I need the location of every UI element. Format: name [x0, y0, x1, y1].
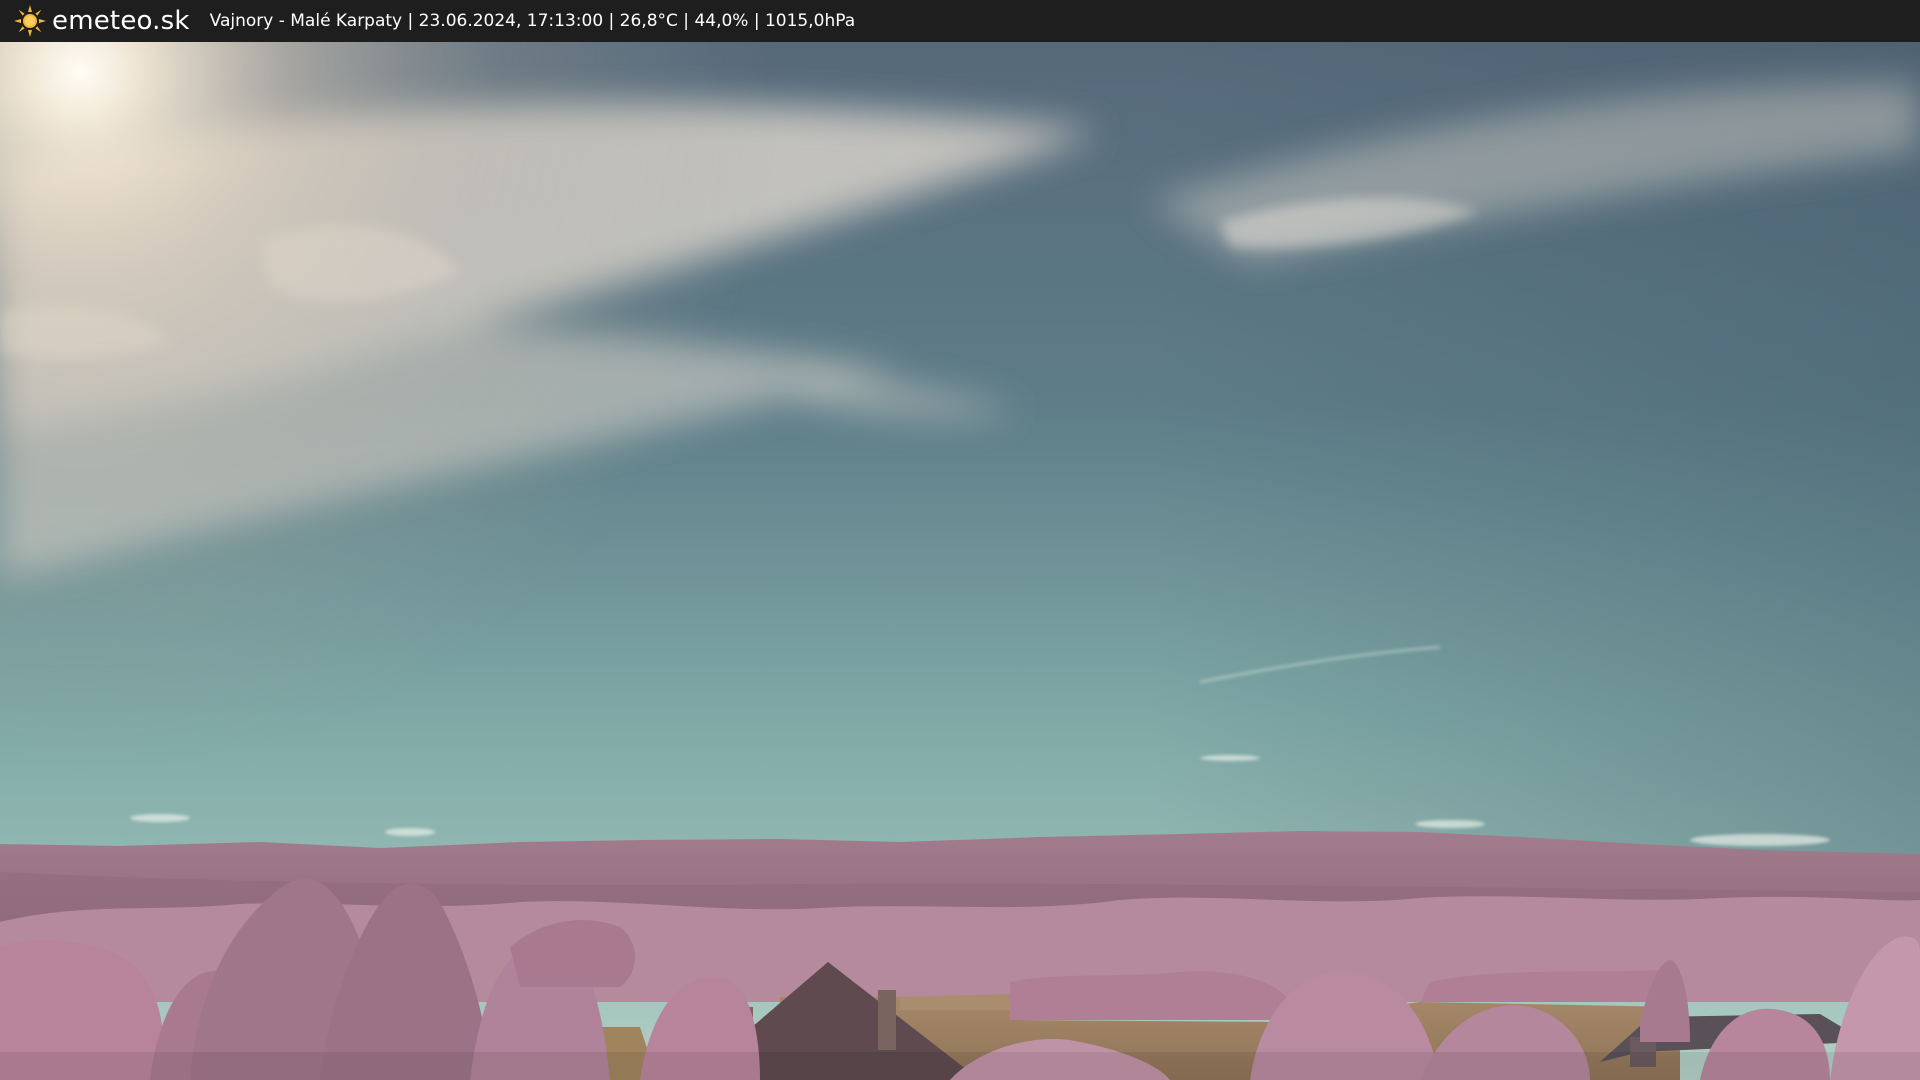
weather-caption: Vajnory - Malé Karpaty | 23.06.2024, 17:… [209, 11, 856, 31]
brand-logo[interactable]: emeteo.sk [14, 0, 190, 42]
webcam-image [0, 42, 1920, 1080]
sun-icon [14, 5, 46, 37]
top-bar: emeteo.sk Vajnory - Malé Karpaty | 23.06… [0, 0, 1920, 42]
brand-name: emeteo.sk [52, 6, 190, 36]
webcam-frame: emeteo.sk Vajnory - Malé Karpaty | 23.06… [0, 0, 1920, 1080]
